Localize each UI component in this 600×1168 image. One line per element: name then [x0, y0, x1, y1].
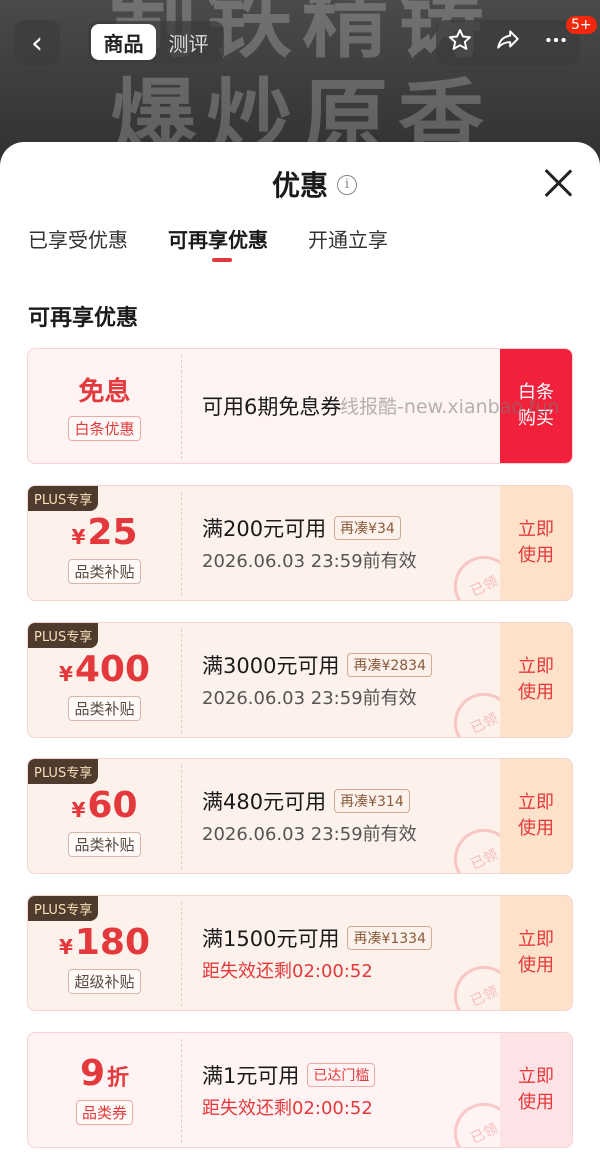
coupon-condition: 满480元可用 再凑¥314 — [202, 786, 417, 816]
condition-text: 满1元可用 — [202, 1064, 300, 1088]
coupon-info: 满3000元可用 再凑¥2834 2026.06.03 23:59前有效 — [202, 623, 432, 737]
amount-value: 60 — [87, 784, 138, 826]
star-icon[interactable] — [447, 27, 473, 60]
coupon-left: ¥ 25 品类补贴 — [28, 486, 181, 600]
amount-value: 400 — [74, 648, 151, 690]
currency: ¥ — [58, 934, 73, 959]
tab-activate[interactable]: 开通立享 — [308, 224, 388, 264]
close-icon[interactable] — [543, 168, 573, 198]
coupon-category: 品类补贴 — [68, 831, 141, 857]
condition-text: 满200元可用 — [202, 517, 327, 541]
tab-enjoyed[interactable]: 已享受优惠 — [28, 224, 128, 264]
divider — [181, 492, 182, 596]
coupon-card: PLUS专享 ¥ 400 品类补贴 满3000元可用 再凑¥2834 2026.… — [27, 622, 573, 738]
watermark-text: 线报酷-new.xianbao.fun — [340, 396, 560, 418]
topup-tag: 再凑¥34 — [334, 516, 401, 540]
action-label: 立即使用 — [518, 1066, 554, 1113]
coupon-info: 满200元可用 再凑¥34 2026.06.03 23:59前有效 — [202, 486, 417, 600]
divider — [181, 902, 182, 1006]
currency: ¥ — [71, 524, 86, 549]
amount-value: 9 — [79, 1052, 106, 1094]
coupon-card: PLUS专享 ¥ 180 超级补贴 满1500元可用 再凑¥1334 距失效还剩… — [27, 895, 573, 1011]
currency: ¥ — [71, 797, 86, 822]
coupon-amount: 9 折 — [79, 1052, 130, 1094]
use-now-button[interactable]: 立即使用 — [500, 1033, 572, 1147]
coupon-category: 品类补贴 — [68, 695, 141, 721]
top-actions — [436, 20, 580, 66]
coupon-expire: 2026.06.03 23:59前有效 — [202, 551, 417, 572]
topup-tag: 再凑¥2834 — [347, 653, 432, 677]
coupon-expire: 2026.06.03 23:59前有效 — [202, 824, 417, 845]
coupon-info: 可用6期免息券 — [202, 349, 341, 463]
chevron-left-icon: ‹ — [31, 25, 43, 61]
coupon-card: PLUS专享 ¥ 60 品类补贴 满480元可用 再凑¥314 2026.06.… — [27, 758, 573, 874]
coupon-condition: 满1元可用 已达门槛 — [202, 1060, 376, 1090]
coupon-amount: ¥ 25 — [71, 511, 138, 553]
topup-tag: 再凑¥1334 — [347, 926, 432, 950]
coupon-amount: ¥ 60 — [71, 784, 138, 826]
promo-tabs: 已享受优惠 可再享优惠 开通立享 — [28, 224, 388, 264]
coupon-left: ¥ 400 品类补贴 — [28, 623, 181, 737]
amount-value: 180 — [74, 921, 151, 963]
coupon-countdown: 距失效还剩02:00:52 — [202, 961, 373, 982]
coupon-card: 9 折 品类券 满1元可用 已达门槛 距失效还剩02:00:52 已领 立即使用 — [27, 1032, 573, 1148]
coupon-category: 超级补贴 — [68, 968, 141, 994]
condition-text: 满480元可用 — [202, 790, 327, 814]
back-button[interactable]: ‹ — [14, 20, 60, 66]
coupon-countdown: 距失效还剩02:00:52 — [202, 1098, 373, 1119]
action-label: 立即使用 — [518, 656, 554, 703]
condition-text: 满1500元可用 — [202, 927, 340, 951]
divider — [181, 1039, 182, 1143]
coupon-info: 满1500元可用 再凑¥1334 距失效还剩02:00:52 — [202, 896, 432, 1010]
amount-value: 25 — [87, 511, 138, 553]
coupon-card: PLUS专享 ¥ 25 品类补贴 满200元可用 再凑¥34 2026.06.0… — [27, 485, 573, 601]
message-badge: 5+ — [566, 16, 597, 34]
section-title: 可再享优惠 — [28, 306, 139, 331]
coupon-condition: 满1500元可用 再凑¥1334 — [202, 923, 432, 953]
action-label: 立即使用 — [518, 519, 554, 566]
tab-more-available[interactable]: 可再享优惠 — [168, 224, 268, 264]
divider — [181, 629, 182, 733]
promotion-sheet: 优惠 i 已享受优惠 可再享优惠 开通立享 可再享优惠 免息 白条优惠 可用6期… — [0, 142, 600, 1168]
coupon-left: 免息 白条优惠 — [28, 349, 181, 463]
coupon-condition: 满200元可用 再凑¥34 — [202, 513, 417, 543]
top-bar: ‹ 商品 测评 5+ — [0, 16, 600, 66]
tab-review[interactable]: 测评 — [156, 24, 221, 60]
coupon-info: 满1元可用 已达门槛 距失效还剩02:00:52 — [202, 1033, 376, 1147]
coupon-big-text: 免息 — [78, 377, 131, 407]
coupon-amount: ¥ 400 — [58, 648, 151, 690]
use-now-button[interactable]: 立即使用 — [500, 486, 572, 600]
coupon-expire: 2026.06.03 23:59前有效 — [202, 688, 417, 709]
topup-tag: 再凑¥314 — [334, 789, 410, 813]
info-icon[interactable]: i — [337, 175, 357, 195]
coupon-category: 白条优惠 — [68, 416, 141, 441]
action-label: 立即使用 — [518, 792, 554, 839]
coupon-left: ¥ 60 品类补贴 — [28, 759, 181, 873]
divider — [181, 765, 182, 869]
coupon-left: 9 折 品类券 — [28, 1033, 181, 1147]
use-now-button[interactable]: 立即使用 — [500, 896, 572, 1010]
threshold-met-tag: 已达门槛 — [307, 1063, 376, 1087]
top-tabs: 商品 测评 — [88, 21, 224, 63]
divider — [181, 355, 182, 459]
use-now-button[interactable]: 立即使用 — [500, 759, 572, 873]
discount-unit: 折 — [107, 1065, 130, 1091]
tab-product[interactable]: 商品 — [91, 24, 156, 60]
use-now-button[interactable]: 立即使用 — [500, 623, 572, 737]
coupon-left: ¥ 180 超级补贴 — [28, 896, 181, 1010]
coupon-condition: 可用6期免息券 — [202, 395, 342, 419]
coupon-info: 满480元可用 再凑¥314 2026.06.03 23:59前有效 — [202, 759, 417, 873]
more-icon[interactable] — [543, 27, 569, 60]
share-icon[interactable] — [495, 27, 521, 60]
condition-text: 满3000元可用 — [202, 654, 340, 678]
action-label: 立即使用 — [518, 929, 554, 976]
coupon-category: 品类券 — [75, 1099, 133, 1125]
coupon-amount: ¥ 180 — [58, 921, 151, 963]
coupon-condition: 满3000元可用 再凑¥2834 — [202, 650, 432, 680]
sheet-title: 优惠 — [271, 169, 328, 202]
currency: ¥ — [58, 661, 73, 686]
coupon-category: 品类补贴 — [68, 558, 141, 584]
